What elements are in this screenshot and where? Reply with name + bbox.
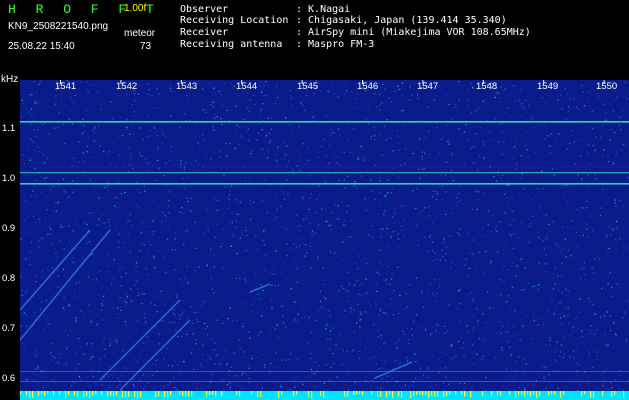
location-label: Receiving Location — [180, 15, 289, 26]
x-tick-1543: 1543 — [176, 81, 198, 92]
datetime-label: 25.08.22 15:40 — [8, 41, 75, 52]
receiver-value: : AirSpy mini (Miakejima VOR 108.65MHz) — [296, 27, 531, 38]
header-panel: H R O F F T 1.00f KN9_2508221540.png met… — [0, 0, 629, 72]
carrier-line-1 — [20, 121, 629, 123]
meteor-count: 73 — [140, 41, 152, 52]
x-tick-1545: 1545 — [297, 81, 319, 92]
x-tick-1544: 1544 — [236, 81, 258, 92]
x-tick-1548: 1548 — [476, 81, 498, 92]
y-tick-0.8: 0.8 — [2, 273, 16, 284]
antenna-value: : Maspro FM-3 — [296, 39, 375, 50]
x-tick-1541: 1541 — [55, 81, 77, 92]
y-tick-0.7: 0.7 — [2, 323, 16, 334]
y-tick-0.9: 0.9 — [2, 223, 16, 234]
guide-line-2 — [20, 381, 629, 382]
waterfall-spectrogram — [20, 80, 629, 400]
meteor-label: meteor — [124, 28, 156, 39]
observer-value: : K.Nagai — [296, 4, 351, 15]
x-tick-1547: 1547 — [417, 81, 439, 92]
bottom-band — [20, 391, 629, 400]
y-axis-unit: kHz — [1, 74, 19, 85]
guide-line-1 — [20, 371, 629, 372]
filename-label: KN9_2508221540.png — [8, 21, 109, 32]
waterfall-background — [20, 80, 629, 400]
x-tick-1542: 1542 — [116, 81, 138, 92]
waterfall-svg — [20, 80, 629, 400]
observer-label: Observer — [180, 4, 229, 15]
antenna-label: Receiving antenna — [180, 39, 283, 50]
location-value: : Chigasaki, Japan (139.414 35.340) — [296, 15, 507, 26]
x-tick-1549: 1549 — [537, 81, 559, 92]
version-label: 1.00f — [124, 3, 147, 14]
y-tick-1.0: 1.0 — [2, 173, 16, 184]
x-tick-1550: 1550 — [596, 81, 618, 92]
y-tick-1.1: 1.1 — [2, 123, 16, 134]
carrier-line-2 — [20, 172, 629, 174]
x-tick-1546: 1546 — [357, 81, 379, 92]
carrier-line-3 — [20, 183, 629, 185]
y-tick-0.6: 0.6 — [2, 373, 16, 384]
receiver-label: Receiver — [180, 27, 229, 38]
